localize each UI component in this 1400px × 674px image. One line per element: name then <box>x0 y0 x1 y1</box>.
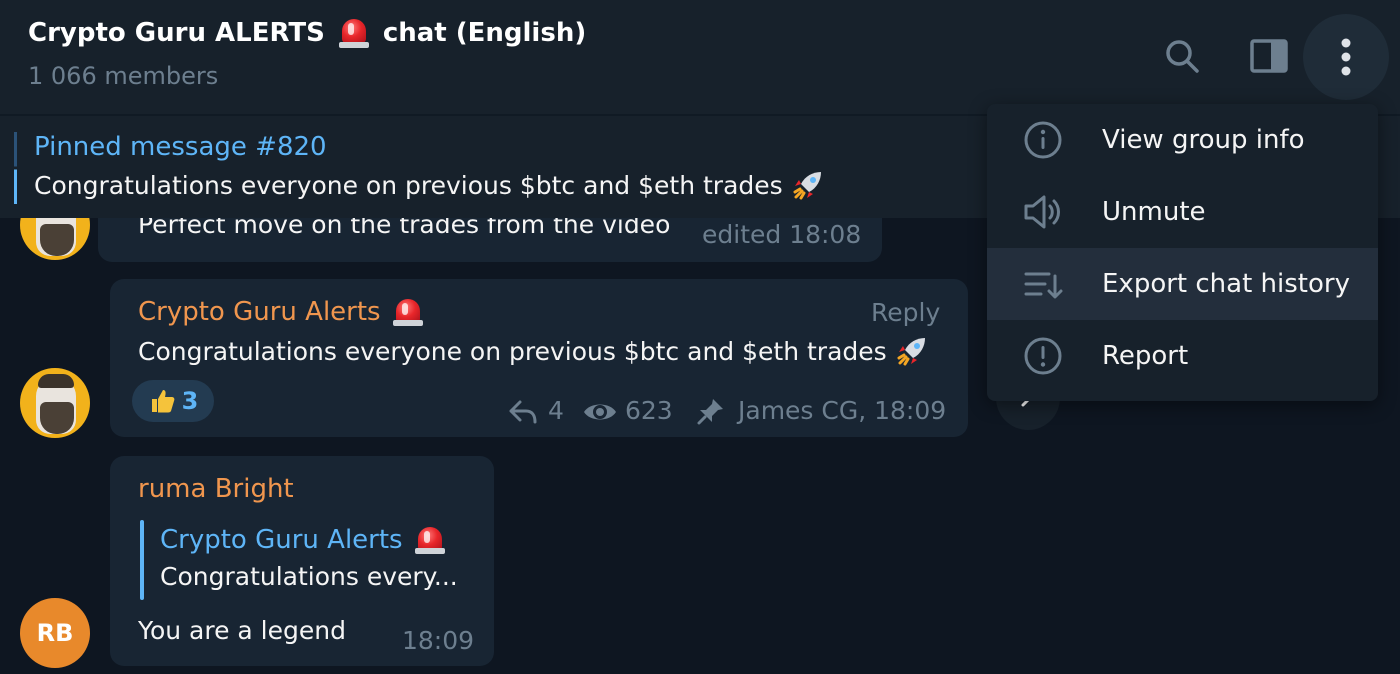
report-icon <box>1021 334 1065 378</box>
rocket-icon <box>793 172 821 200</box>
rocket-icon <box>897 338 925 366</box>
pinned-indicator <box>14 132 17 204</box>
message-text-content: Congratulations everyone on previous $bt… <box>138 336 887 366</box>
message-text: Congratulations everyone on previous $bt… <box>138 334 929 368</box>
reaction-chip[interactable]: 3 <box>132 380 214 422</box>
info-icon <box>1021 118 1065 162</box>
pin-icon <box>697 399 723 425</box>
siren-icon <box>338 16 369 50</box>
quoted-sender-name: Crypto Guru Alerts <box>160 525 403 555</box>
menu-item-label: Report <box>1102 341 1189 371</box>
menu-item-label: View group info <box>1102 125 1305 155</box>
reply-count: 4 <box>548 396 564 425</box>
search-icon <box>1166 40 1199 73</box>
siren-icon <box>414 524 445 556</box>
message-sender[interactable]: Crypto Guru Alerts <box>138 296 423 328</box>
menu-item-label: Export chat history <box>1102 269 1350 299</box>
menu-item-unmute[interactable]: Unmute <box>987 176 1378 248</box>
menu-item-report[interactable]: Report <box>987 320 1378 392</box>
avatar[interactable] <box>20 368 90 438</box>
sender-name: Crypto Guru Alerts <box>138 297 381 327</box>
reply-link[interactable]: Reply <box>871 298 940 327</box>
reply-arrow-icon <box>509 400 537 424</box>
chat-options-menu: View group info Unmute Export chat histo… <box>987 104 1378 401</box>
message-time: edited 18:08 <box>702 220 862 249</box>
chat-title-suffix: chat (English) <box>382 18 587 48</box>
message-time: 18:09 <box>402 626 475 655</box>
search-button[interactable] <box>1160 34 1204 78</box>
quoted-sender[interactable]: Crypto Guru Alerts <box>160 524 445 556</box>
message-footer: James CG, 18:09 <box>738 396 947 425</box>
chat-title-prefix: Crypto Guru ALERTS <box>28 18 325 48</box>
more-vertical-icon <box>1341 38 1351 76</box>
menu-item-view-group-info[interactable]: View group info <box>987 104 1378 176</box>
siren-icon <box>392 296 423 328</box>
export-history-icon <box>1021 262 1065 306</box>
chat-header: Crypto Guru ALERTS chat (English) 1 066 … <box>0 0 1400 114</box>
pinned-text: Congratulations everyone on previous $bt… <box>34 168 825 202</box>
menu-item-label: Unmute <box>1102 197 1206 227</box>
pinned-title: Pinned message #820 <box>34 132 327 162</box>
quoted-text[interactable]: Congratulations every... <box>160 562 458 591</box>
sidebar-toggle-icon <box>1250 39 1288 73</box>
message-sender[interactable]: ruma Bright <box>138 474 294 504</box>
message-text: You are a legend <box>138 616 346 645</box>
sidebar-toggle-button[interactable] <box>1247 34 1291 78</box>
more-button[interactable] <box>1303 14 1389 100</box>
view-count: 623 <box>625 396 673 425</box>
avatar[interactable]: RB <box>20 598 90 668</box>
views-icon <box>584 404 616 420</box>
chat-title[interactable]: Crypto Guru ALERTS chat (English) <box>28 16 586 50</box>
pinned-text-content: Congratulations everyone on previous $bt… <box>34 170 783 200</box>
menu-item-export-chat-history[interactable]: Export chat history <box>987 248 1378 320</box>
speaker-icon <box>1021 190 1065 234</box>
member-count[interactable]: 1 066 members <box>28 62 218 90</box>
quote-bar <box>140 520 144 600</box>
thumbs-up-icon <box>151 390 175 413</box>
reaction-count: 3 <box>181 387 199 415</box>
